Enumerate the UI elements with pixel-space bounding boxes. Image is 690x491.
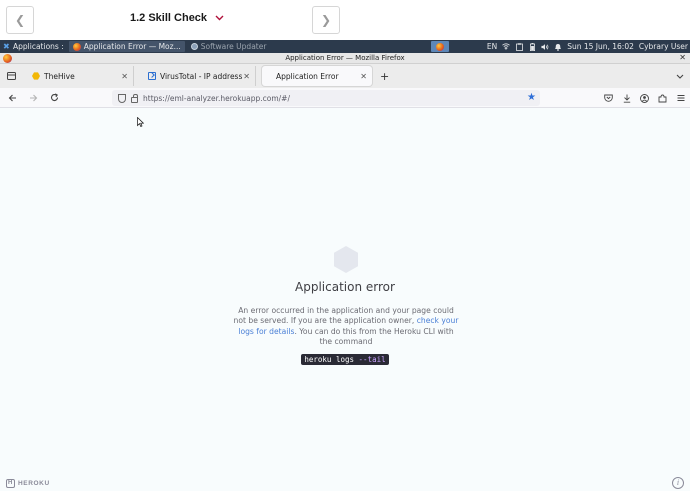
system-tray: EN Sun 15 Jun, 16:02 Cybrary User xyxy=(487,40,690,53)
firefox-icon xyxy=(72,42,81,51)
list-all-tabs-icon[interactable] xyxy=(676,72,684,81)
xfce-logo-icon: ✖ xyxy=(3,41,10,51)
cli-command-main: heroku logs xyxy=(304,355,359,364)
heroku-logo[interactable]: H HEROKU xyxy=(6,479,50,488)
notification-bell-icon[interactable] xyxy=(554,43,562,51)
applications-menu-label: Applications : xyxy=(13,42,64,51)
lock-icon[interactable] xyxy=(131,93,138,103)
extensions-button[interactable] xyxy=(655,89,670,107)
mouse-cursor-icon xyxy=(137,117,144,127)
arrow-left-icon xyxy=(8,94,16,101)
taskbar-item-software-updater[interactable]: Software Updater xyxy=(187,41,271,52)
tab-label: VirusTotal - IP address - 1 xyxy=(160,71,244,81)
error-hexagon-icon xyxy=(334,246,358,273)
tab-label: TheHive xyxy=(44,71,75,81)
reload-button[interactable] xyxy=(45,89,63,107)
battery-icon[interactable] xyxy=(528,42,536,51)
hamburger-menu-icon xyxy=(677,95,684,101)
tab-label: Application Error xyxy=(276,71,339,81)
desktop-top-panel: ✖ Applications : Application Error — Moz… xyxy=(0,40,690,53)
puzzle-icon xyxy=(658,94,667,102)
app-launcher-icon xyxy=(436,42,444,51)
downloads-button[interactable] xyxy=(619,89,634,107)
chevron-down-icon xyxy=(215,15,224,21)
account-button[interactable] xyxy=(637,89,652,107)
network-icon[interactable] xyxy=(502,43,510,51)
tab-close-icon[interactable]: ✕ xyxy=(243,72,250,81)
heroku-mark-icon: H xyxy=(6,479,15,488)
tab-virustotal[interactable]: VirusTotal - IP address - 1 ✕ xyxy=(142,66,256,86)
firefox-view-icon xyxy=(6,72,16,80)
tracking-protection-shield-icon[interactable] xyxy=(118,93,126,103)
menu-button[interactable] xyxy=(673,89,688,107)
panel-user-name[interactable]: Cybrary User xyxy=(639,42,688,51)
taskbar-item-label: Software Updater xyxy=(200,42,267,51)
software-updater-icon xyxy=(190,43,198,50)
tab-application-error[interactable]: Application Error ✕ xyxy=(262,66,372,86)
next-step-button[interactable]: ❯ xyxy=(312,6,340,34)
panel-clock[interactable]: Sun 15 Jun, 16:02 xyxy=(567,42,634,51)
virustotal-icon xyxy=(148,72,156,80)
pocket-button[interactable] xyxy=(601,89,616,107)
lab-step-title-text: 1.2 Skill Check xyxy=(130,12,208,24)
account-icon xyxy=(640,93,649,103)
back-button[interactable] xyxy=(3,89,21,107)
arrow-right-icon xyxy=(29,94,37,101)
bookmark-star-icon[interactable]: ★ xyxy=(527,92,536,103)
chevron-left-icon: ❮ xyxy=(14,13,26,27)
url-text[interactable]: https://eml-analyzer.herokuapp.com/#/ xyxy=(143,94,290,103)
cli-command: heroku logs --tail xyxy=(301,354,389,365)
heroku-logo-text: HEROKU xyxy=(18,480,50,487)
navigation-toolbar: https://eml-analyzer.herokuapp.com/#/ ★ xyxy=(0,88,690,108)
command-block: heroku logs --tail xyxy=(0,347,690,366)
download-icon xyxy=(623,94,630,103)
window-title: Application Error — Mozilla Firefox xyxy=(285,54,405,62)
firefox-icon xyxy=(3,54,12,63)
applications-menu[interactable]: ✖ Applications : xyxy=(0,40,67,53)
window-titlebar[interactable]: Application Error — Mozilla Firefox ✕ xyxy=(0,53,690,64)
volume-icon[interactable] xyxy=(541,43,549,51)
taskbar-item-firefox[interactable]: Application Error — Moz... xyxy=(68,41,185,52)
firefox-view-button[interactable] xyxy=(0,64,22,88)
tab-strip: TheHive ✕ VirusTotal - IP address - 1 ✕ … xyxy=(0,64,690,88)
info-button[interactable]: i xyxy=(672,477,684,489)
url-bar[interactable]: https://eml-analyzer.herokuapp.com/#/ ★ xyxy=(112,90,540,106)
cli-command-flag: --tail xyxy=(358,355,386,364)
tab-thehive[interactable]: TheHive ✕ xyxy=(26,66,134,86)
tab-close-icon[interactable]: ✕ xyxy=(121,72,128,81)
toolbar-actions xyxy=(601,88,688,108)
page-content: Application error An error occurred in t… xyxy=(0,108,690,491)
reload-icon xyxy=(50,93,58,101)
tab-close-icon[interactable]: ✕ xyxy=(360,72,367,81)
error-title: Application error xyxy=(295,280,395,294)
previous-step-button[interactable]: ❮ xyxy=(6,6,34,34)
thehive-icon xyxy=(32,72,40,80)
pocket-icon xyxy=(604,94,613,102)
taskbar-item-label: Application Error — Moz... xyxy=(83,42,181,51)
chevron-right-icon: ❯ xyxy=(320,13,332,27)
window-close-icon[interactable]: ✕ xyxy=(679,53,686,62)
forward-button[interactable] xyxy=(24,89,42,107)
error-message-text-end: . You can do this from the Heroku CLI wi… xyxy=(294,326,454,347)
clipboard-icon[interactable] xyxy=(515,42,523,51)
lab-step-title[interactable]: 1.2 Skill Check xyxy=(130,12,224,24)
keyboard-layout-indicator[interactable]: EN xyxy=(487,42,497,51)
lab-header: ❮ 1.2 Skill Check ❯ xyxy=(0,0,690,40)
new-tab-plus-icon[interactable]: + xyxy=(380,70,389,83)
error-message: An error occurred in the application and… xyxy=(232,306,460,348)
panel-launcher-button[interactable] xyxy=(431,41,449,52)
